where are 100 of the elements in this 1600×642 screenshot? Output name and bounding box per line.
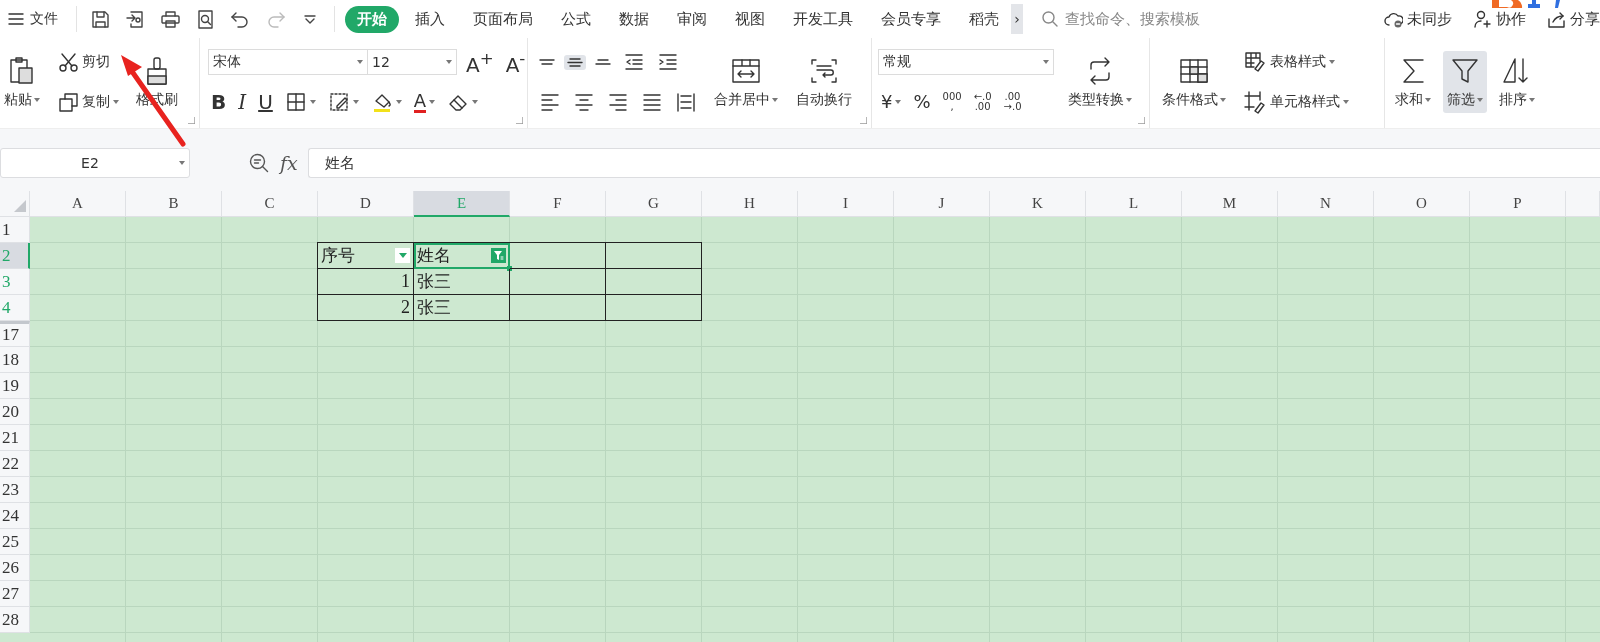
sort-button[interactable]: 排序	[1495, 51, 1539, 113]
funnel-button[interactable]: 筛选	[1443, 51, 1487, 113]
column-header[interactable]: F	[510, 191, 606, 217]
ribbon-tab[interactable]: 插入	[403, 5, 457, 33]
printer-icon	[160, 8, 181, 30]
column-header[interactable]: D	[318, 191, 414, 217]
row-header[interactable]: 28	[0, 607, 30, 633]
column-header[interactable]: J	[894, 191, 990, 217]
bold-button[interactable]: B	[208, 89, 230, 116]
row-header[interactable]: 26	[0, 555, 30, 581]
italic-button[interactable]: I	[235, 89, 250, 116]
ribbon-tab[interactable]: 审阅	[665, 5, 719, 33]
copy-button[interactable]: 复制	[54, 88, 122, 116]
outdent-icon	[623, 51, 645, 73]
ribbon-tab[interactable]: 视图	[723, 5, 777, 33]
save-icon	[90, 8, 111, 30]
align-middle-icon	[567, 57, 583, 67]
tab-scroll-button[interactable]: ›	[1011, 4, 1023, 34]
decimal-less-button[interactable]: .00 →.0	[1000, 89, 1025, 115]
row-header[interactable]: 25	[0, 529, 30, 555]
zoom-icon	[248, 152, 270, 174]
clipboard-button[interactable]: 粘贴	[0, 51, 44, 113]
caret-icon	[357, 60, 363, 65]
align-bottom-button[interactable]	[592, 56, 614, 68]
row-header[interactable]: 24	[0, 503, 30, 529]
border-grid-icon	[284, 91, 307, 114]
row-header[interactable]: 20	[0, 399, 30, 425]
share-button[interactable]: 分享	[1546, 9, 1600, 29]
column-header[interactable]: C	[222, 191, 318, 217]
table-brush-button[interactable]: 表格样式	[1240, 47, 1338, 77]
align-center-icon	[573, 91, 595, 113]
person-add-button[interactable]: 协作	[1472, 9, 1526, 29]
align-left-icon	[539, 91, 561, 113]
caret-icon	[446, 60, 452, 65]
column-header[interactable]: B	[126, 191, 222, 217]
ribbon-tab[interactable]: 稻壳	[957, 5, 1011, 33]
row-header[interactable]: 22	[0, 451, 30, 477]
decimal-more-button[interactable]: ←.0 .00	[970, 89, 995, 115]
column-header[interactable]: N	[1278, 191, 1374, 217]
font-name-dropdown[interactable]: 宋体	[208, 49, 368, 76]
table-cell: 张三	[414, 269, 510, 295]
percent-button[interactable]: %	[910, 90, 934, 114]
ribbon-tab[interactable]: 公式	[549, 5, 603, 33]
row-header[interactable]: 17	[0, 321, 30, 347]
column-header[interactable]: I	[798, 191, 894, 217]
row-header[interactable]: 21	[0, 425, 30, 451]
align-middle-button[interactable]	[564, 54, 586, 70]
active-filter-button[interactable]	[491, 248, 506, 263]
ribbon-tab[interactable]: 会员专享	[869, 5, 953, 33]
cloud-button[interactable]: 未同步	[1383, 9, 1452, 29]
justify-icon	[641, 91, 663, 113]
row-header[interactable]: 27	[0, 581, 30, 607]
ribbon-tab[interactable]: 数据	[607, 5, 661, 33]
person-add-icon	[1472, 9, 1492, 29]
caret-icon	[179, 161, 185, 165]
function-label: fx	[280, 152, 298, 174]
search-field[interactable]: 查找命令、搜索模板	[1041, 10, 1261, 28]
row-header[interactable]: 1	[0, 217, 30, 243]
shrink-font-button[interactable]: A$^{-}$	[502, 47, 529, 78]
font-color-button[interactable]: A	[410, 88, 439, 116]
distribute-icon	[675, 91, 697, 113]
row-header[interactable]: 19	[0, 373, 30, 399]
caret-icon	[398, 253, 407, 258]
convert-arrows-button[interactable]: 类型转换	[1064, 51, 1136, 113]
wrap-text-button[interactable]: 自动换行	[792, 51, 856, 113]
table-cell: 2	[318, 295, 414, 321]
grow-font-button[interactable]: A$^{+}$	[463, 47, 497, 78]
column-header[interactable]: A	[30, 191, 126, 217]
font-size-dropdown[interactable]: 12	[367, 49, 457, 76]
row-header[interactable]: 23	[0, 477, 30, 503]
column-header[interactable]: L	[1086, 191, 1182, 217]
preview-icon	[195, 8, 216, 30]
column-header[interactable]: K	[990, 191, 1086, 217]
table-cell: 张三	[414, 295, 510, 321]
name-box[interactable]: E2	[0, 148, 190, 178]
table-grid-button[interactable]: 条件格式	[1158, 51, 1230, 113]
currency-button[interactable]: ¥	[878, 90, 905, 114]
select-all-icon	[14, 200, 26, 212]
number-format-dropdown[interactable]: 常规	[878, 49, 1054, 75]
column-header[interactable]: M	[1182, 191, 1278, 217]
search-icon	[1041, 10, 1059, 28]
column-header[interactable]: H	[702, 191, 798, 217]
cell-brush-button[interactable]: 单元格样式	[1240, 87, 1352, 117]
ribbon-tab[interactable]: 开发工具	[781, 5, 865, 33]
underline-button[interactable]: U	[255, 89, 276, 116]
scissors-button[interactable]: 剪切	[54, 48, 113, 76]
column-header[interactable]: G	[606, 191, 702, 217]
sigma-button[interactable]: 求和	[1391, 51, 1435, 113]
align-top-button[interactable]	[536, 56, 558, 68]
merge-cells-button[interactable]: 合并居中	[710, 51, 782, 113]
column-header[interactable]: P	[1470, 191, 1566, 217]
filter-dropdown-button[interactable]	[395, 248, 410, 263]
formula-input[interactable]: 姓名	[307, 148, 1600, 178]
indent-icon	[657, 51, 679, 73]
thousands-button[interactable]: 000 ,	[939, 89, 965, 115]
column-header[interactable]: O	[1374, 191, 1470, 217]
row-header[interactable]: 18	[0, 347, 30, 373]
file-menu-button[interactable]: 文件	[0, 4, 66, 34]
caret-icon	[1043, 60, 1049, 64]
ribbon-tab[interactable]: 页面布局	[461, 5, 545, 33]
